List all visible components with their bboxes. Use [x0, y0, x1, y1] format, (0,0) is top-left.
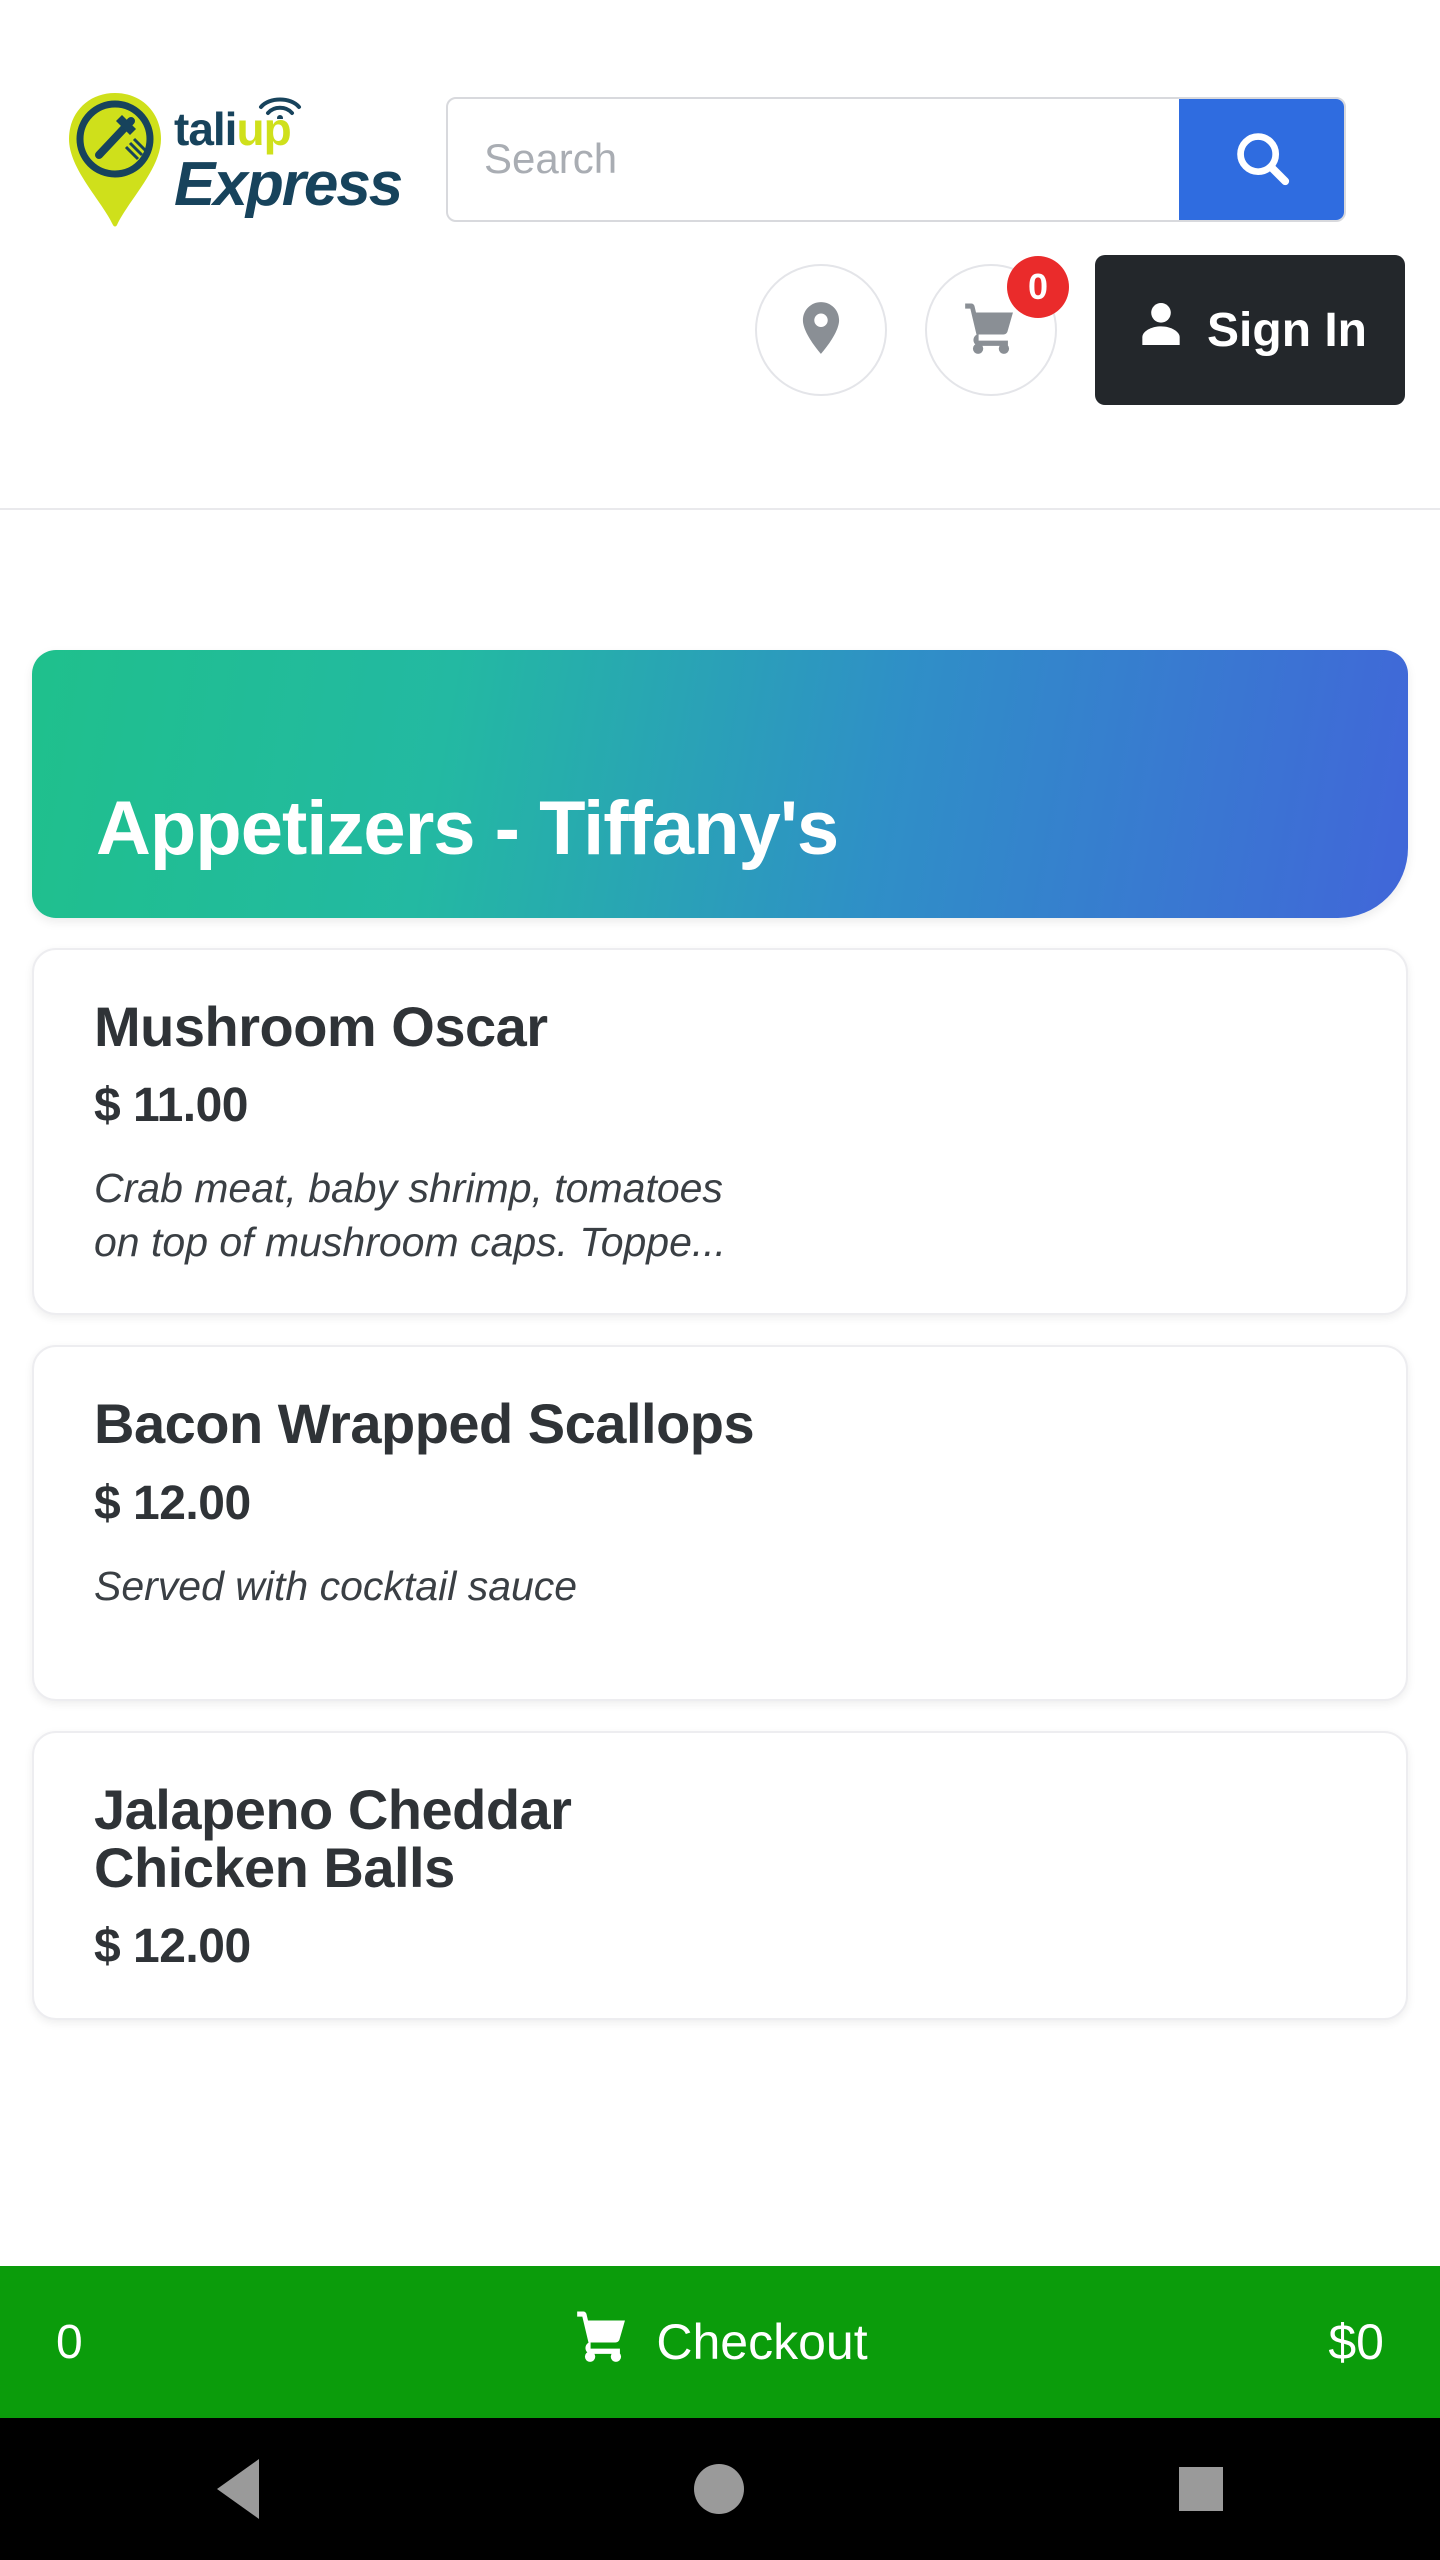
shopping-cart-icon	[960, 297, 1022, 364]
plate-fork-pin-icon	[62, 89, 168, 229]
menu-content: Appetizers - Tiffany's Mushroom Oscar $ …	[0, 510, 1440, 2560]
menu-item-price: $ 12.00	[94, 1476, 251, 1530]
menu-item-description-line: Served with cocktail sauce	[94, 1562, 578, 1609]
location-pin-icon	[790, 297, 852, 364]
brand-tali: tali	[174, 103, 237, 155]
checkout-total: $0	[1328, 2314, 1384, 2370]
android-navigation-bar	[0, 2418, 1440, 2560]
menu-item-description: Served with cocktail sauce	[94, 1559, 1346, 1613]
circle-home-icon[interactable]	[693, 2464, 744, 2514]
menu-item-description-line: on top of mushroom caps. Toppe...	[94, 1219, 727, 1266]
person-icon	[1133, 296, 1189, 364]
brand-wordmark: tali up Express	[174, 97, 403, 219]
square-recents-icon[interactable]	[1178, 2467, 1223, 2511]
menu-item-price: $ 12.00	[94, 1920, 251, 1974]
brand-logo[interactable]: tali up Express	[62, 89, 403, 229]
checkout-item-count: 0	[56, 2315, 83, 2369]
menu-item-name-line: Chicken Balls	[94, 1836, 455, 1900]
menu-item-card[interactable]: Mushroom Oscar $ 11.00 Crab meat, baby s…	[32, 948, 1408, 1316]
menu-item-name-line: Jalapeno Cheddar	[94, 1777, 572, 1841]
location-button[interactable]	[755, 264, 888, 396]
search-input[interactable]	[448, 98, 1179, 220]
header-top-row: tali up Express	[0, 0, 1440, 230]
menu-item-description: Crab meat, baby shrimp, tomatoes on top …	[94, 1161, 1346, 1269]
cart-button[interactable]: 0	[925, 256, 1070, 396]
checkout-label: Checkout	[656, 2314, 868, 2370]
menu-item-name: Jalapeno Cheddar Chicken Balls	[94, 1777, 1346, 1900]
sign-in-button[interactable]: Sign In	[1095, 255, 1405, 405]
menu-item-price: $ 11.00	[94, 1079, 249, 1133]
search-bar[interactable]	[446, 96, 1346, 222]
category-banner: Appetizers - Tiffany's	[32, 650, 1408, 918]
sign-in-label: Sign In	[1207, 303, 1367, 357]
brand-express: Express	[174, 150, 403, 219]
menu-item-card[interactable]: Jalapeno Cheddar Chicken Balls $ 12.00	[32, 1730, 1408, 2021]
menu-item-name: Mushroom Oscar	[94, 995, 548, 1058]
app-screen: tali up Express Search 0 Sign In Appetiz…	[0, 0, 1440, 2560]
menu-item-card[interactable]: Bacon Wrapped Scallops $ 12.00 Served wi…	[32, 1345, 1408, 1701]
menu-item-description-line: Crab meat, baby shrimp, tomatoes	[94, 1165, 723, 1212]
triangle-back-icon[interactable]	[217, 2459, 260, 2519]
menu-item-name: Bacon Wrapped Scallops	[94, 1392, 755, 1456]
checkout-bar[interactable]: 0 Checkout $0	[0, 2266, 1440, 2418]
shopping-cart-icon	[572, 2305, 634, 2379]
app-header: tali up Express Search 0 Sign In	[0, 0, 1440, 510]
header-actions-row: 0 Sign In	[0, 230, 1440, 430]
category-title: Appetizers - Tiffany's	[96, 786, 839, 871]
cart-badge: 0	[1007, 256, 1070, 318]
wifi-icon	[257, 80, 303, 126]
search-icon	[1231, 127, 1293, 192]
search-button[interactable]	[1179, 98, 1344, 220]
checkout-action[interactable]: Checkout	[200, 2305, 1240, 2379]
